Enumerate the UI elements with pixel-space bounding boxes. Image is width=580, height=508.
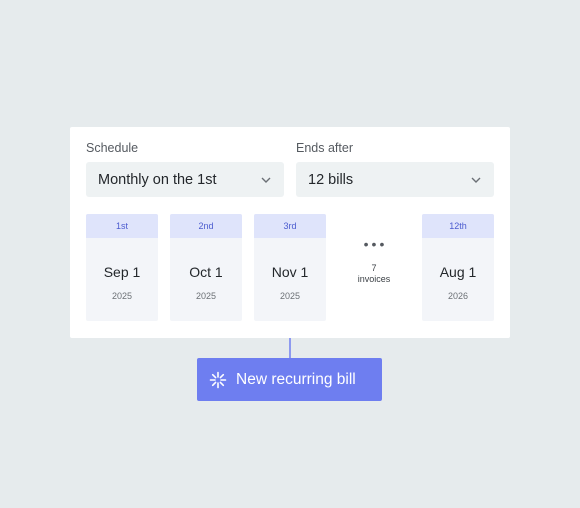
bill-year: 2025	[279, 291, 301, 301]
bill-card-2: 2nd Oct 1 2025	[170, 214, 242, 321]
ends-after-value: 12 bills	[308, 171, 354, 188]
schedule-select[interactable]: Monthly on the 1st	[86, 162, 284, 197]
bill-year: 2026	[447, 291, 469, 301]
new-recurring-bill-label: New recurring bill	[236, 370, 356, 388]
bill-ordinal: 12th	[422, 214, 494, 238]
bill-date: Oct 1	[189, 264, 223, 280]
ends-after-label: Ends after	[296, 141, 353, 155]
skipped-invoice-count: 7	[371, 263, 377, 273]
new-recurring-bill-button[interactable]: New recurring bill	[197, 358, 382, 401]
bill-year: 2025	[111, 291, 133, 301]
skipped-invoice-unit: invoices	[357, 274, 391, 284]
bill-date: Sep 1	[103, 264, 141, 280]
skipped-invoices-indicator: ••• 7 invoices	[338, 214, 410, 321]
ellipsis-icon: •••	[363, 236, 388, 252]
bill-card-1: 1st Sep 1 2025	[86, 214, 158, 321]
chevron-down-icon	[261, 177, 271, 183]
bill-ordinal: 2nd	[170, 214, 242, 238]
bill-card-3: 3rd Nov 1 2025	[254, 214, 326, 321]
chevron-down-icon	[471, 177, 481, 183]
bill-date: Aug 1	[439, 264, 477, 280]
bill-ordinal: 3rd	[254, 214, 326, 238]
sparkle-icon	[209, 371, 227, 388]
bill-date: Nov 1	[271, 264, 309, 280]
connector-line	[289, 338, 291, 358]
recurring-schedule-panel: Schedule Monthly on the 1st Ends after 1…	[70, 127, 510, 338]
bill-year: 2025	[195, 291, 217, 301]
bill-ordinal: 1st	[86, 214, 158, 238]
schedule-value: Monthly on the 1st	[98, 171, 217, 188]
bill-card-12: 12th Aug 1 2026	[422, 214, 494, 321]
schedule-label: Schedule	[86, 141, 139, 155]
ends-after-select[interactable]: 12 bills	[296, 162, 494, 197]
